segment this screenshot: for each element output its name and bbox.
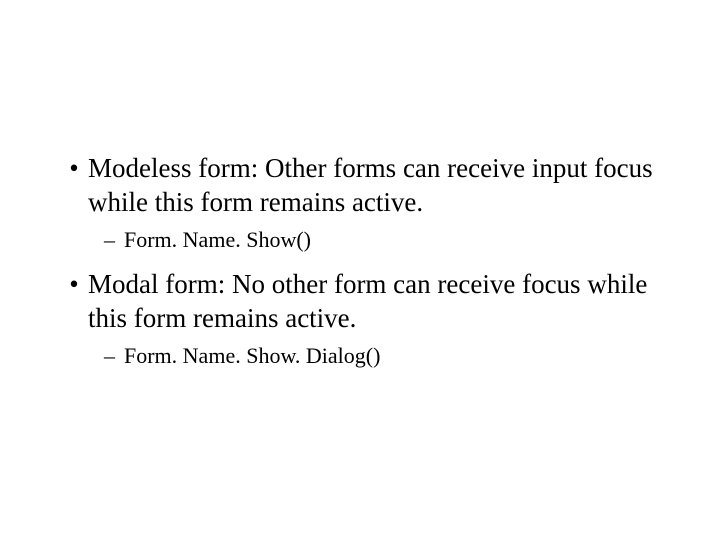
- sub-bullet-text: Form. Name. Show. Dialog(): [124, 342, 660, 371]
- dash-icon: –: [104, 342, 124, 371]
- sub-bullet-text: Form. Name. Show(): [124, 226, 660, 255]
- bullet-item: • Modeless form: Other forms can receive…: [60, 152, 660, 220]
- bullet-item: • Modal form: No other form can receive …: [60, 268, 660, 336]
- bullet-text: Modal form: No other form can receive fo…: [88, 268, 660, 336]
- sub-bullet-item: – Form. Name. Show(): [104, 226, 660, 255]
- bullet-icon: •: [60, 152, 88, 186]
- bullet-icon: •: [60, 268, 88, 302]
- slide-content: • Modeless form: Other forms can receive…: [0, 0, 720, 370]
- dash-icon: –: [104, 226, 124, 255]
- bullet-text: Modeless form: Other forms can receive i…: [88, 152, 660, 220]
- sub-bullet-item: – Form. Name. Show. Dialog(): [104, 342, 660, 371]
